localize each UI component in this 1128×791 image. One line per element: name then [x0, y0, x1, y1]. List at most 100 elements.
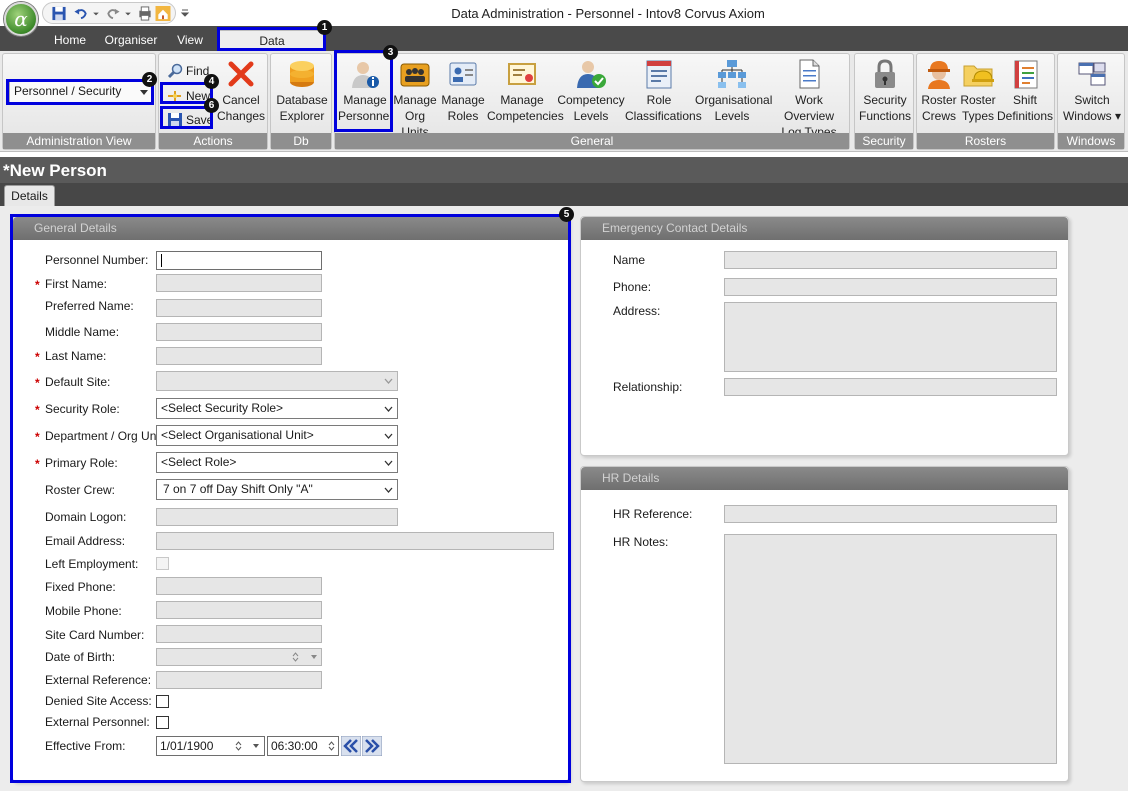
ribbon: Personnel / Security Administration View… — [0, 51, 1128, 164]
admin-view-selected: Personnel / Security — [14, 84, 122, 98]
role-classifications-button[interactable]: Role Classifications — [625, 58, 702, 124]
roster-crews-button[interactable]: Roster Crews — [919, 58, 959, 124]
manage-org-units-button[interactable]: Manage Org Units — [393, 58, 437, 140]
calendar-dropdown-icon[interactable] — [253, 744, 259, 748]
first-name-input[interactable] — [156, 274, 322, 292]
tab-data-administration[interactable]: Data Administration — [219, 30, 325, 68]
primary-role-select[interactable]: <Select Role> — [156, 452, 398, 473]
tab-view[interactable]: View — [172, 30, 208, 51]
competency-levels-label-1: Competency — [557, 93, 625, 107]
cancel-changes-button[interactable]: Cancel Changes — [217, 58, 265, 124]
contact-address-input[interactable] — [724, 302, 1057, 372]
label-contact-name: Name — [613, 253, 646, 267]
personnel-number-input[interactable] — [156, 251, 322, 270]
tab-organiser[interactable]: Organiser — [102, 30, 160, 51]
label-site-card: Site Card Number: — [45, 628, 145, 642]
cancel-label-2: Changes — [217, 109, 266, 123]
effective-date-value: 1/01/1900 — [160, 739, 214, 753]
date-of-birth-picker[interactable] — [156, 648, 322, 666]
spin-updown-icon[interactable] — [292, 651, 299, 663]
middle-name-input[interactable] — [156, 323, 322, 341]
org-chart-icon — [718, 60, 746, 88]
roster-types-label-1: Roster — [960, 93, 996, 107]
denied-site-access-checkbox[interactable] — [156, 695, 169, 708]
competency-levels-button[interactable]: Competency Levels — [557, 58, 625, 124]
label-first-name: First Name: — [45, 277, 108, 291]
left-employment-checkbox[interactable] — [156, 557, 169, 570]
organisational-levels-button[interactable]: Organisational Levels — [695, 58, 772, 124]
spin-updown-icon[interactable] — [328, 740, 335, 752]
effective-time-value: 06:30:00 — [271, 739, 318, 753]
group-general: Manage Personnel Manage Org Units Manage… — [334, 53, 850, 150]
manage-competencies-button[interactable]: Manage Competencies — [487, 58, 564, 124]
group-windows: Switch Windows ▾ Windows — [1057, 53, 1125, 150]
chevron-down-icon — [384, 433, 393, 439]
manage-roles-button[interactable]: Manage Roles — [439, 58, 487, 124]
cancel-label-1: Cancel — [222, 93, 260, 107]
contact-name-input[interactable] — [724, 251, 1057, 269]
group-caption: Db Explorer — [271, 133, 331, 164]
hardhat-worker-icon — [928, 61, 950, 89]
email-input[interactable] — [156, 532, 554, 550]
site-card-input[interactable] — [156, 625, 322, 643]
preferred-name-input[interactable] — [156, 299, 322, 317]
primary-role-value: <Select Role> — [161, 455, 237, 469]
switch-windows-icon — [1078, 62, 1106, 86]
label-last-name: Last Name: — [45, 349, 107, 363]
default-site-select[interactable] — [156, 371, 398, 391]
next-effective-date-icon[interactable] — [362, 736, 382, 756]
group-caption: General — [335, 133, 849, 149]
roles-badge-icon — [449, 62, 477, 86]
window-title: Data Administration - Personnel - Intov8… — [451, 6, 765, 21]
manage-personnel-label-1: Manage — [343, 93, 387, 107]
department-select[interactable]: <Select Organisational Unit> — [156, 425, 398, 446]
external-reference-input[interactable] — [156, 671, 322, 689]
security-role-select[interactable]: <Select Security Role> — [156, 398, 398, 419]
required-marker: * — [35, 278, 40, 292]
database-explorer-button[interactable]: Database Explorer — [273, 58, 331, 124]
admin-view-dropdown[interactable]: Personnel / Security — [9, 81, 153, 103]
switch-windows-label-2: Windows ▾ — [1062, 109, 1122, 123]
work-overview-log-types-button[interactable]: Work Overview Log Types — [769, 58, 849, 140]
app-orb-button[interactable]: α — [4, 2, 38, 36]
hr-notes-input[interactable] — [724, 534, 1057, 764]
spin-updown-icon[interactable] — [235, 740, 242, 752]
tab-home[interactable]: Home — [50, 30, 90, 51]
calendar-dropdown-icon[interactable] — [311, 655, 317, 659]
switch-windows-button[interactable]: Switch Windows ▾ — [1060, 58, 1124, 124]
group-caption: Security — [855, 133, 913, 149]
competencies-label-1: Manage — [500, 93, 544, 107]
last-name-input[interactable] — [156, 347, 322, 365]
domain-logon-input[interactable] — [156, 508, 398, 526]
label-primary-role: Primary Role: — [45, 456, 118, 470]
effective-time-input[interactable]: 06:30:00 — [267, 736, 339, 756]
chevron-down-icon — [140, 90, 148, 95]
tab-details[interactable]: Details — [4, 185, 55, 206]
effective-date-picker[interactable]: 1/01/1900 — [156, 736, 265, 756]
save-button[interactable]: Save — [165, 111, 213, 129]
ribbon-tab-bar: Home Organiser View Data Administration — [0, 26, 1128, 68]
group-security: Security Functions Security — [854, 53, 914, 150]
contact-phone-input[interactable] — [724, 278, 1057, 296]
label-default-site: Default Site: — [45, 375, 111, 389]
security-functions-button[interactable]: Security Functions — [857, 58, 913, 124]
organisational-levels-label-2: Levels — [714, 109, 750, 123]
contact-relationship-input[interactable] — [724, 378, 1057, 396]
shift-definitions-label-1: Shift — [1012, 93, 1037, 107]
shift-definitions-button[interactable]: Shift Definitions — [997, 58, 1053, 124]
mobile-phone-input[interactable] — [156, 601, 322, 619]
label-domain-logon: Domain Logon: — [45, 510, 127, 524]
label-external-reference: External Reference: — [45, 673, 152, 687]
external-personnel-checkbox[interactable] — [156, 716, 169, 729]
panel-header: HR Details — [581, 467, 1068, 490]
previous-effective-date-icon[interactable] — [341, 736, 361, 756]
document-icon — [799, 59, 820, 89]
roster-crew-select[interactable]: 7 on 7 off Day Shift Only "A" — [156, 479, 398, 500]
title-bar: Data Administration - Personnel - Intov8… — [0, 0, 1128, 26]
roster-types-button[interactable]: Roster Types — [959, 58, 997, 124]
page-title: *New Person — [3, 161, 107, 180]
manage-personnel-button[interactable]: Manage Personnel — [337, 58, 393, 124]
hr-reference-input[interactable] — [724, 505, 1057, 523]
org-units-icon — [400, 63, 430, 87]
fixed-phone-input[interactable] — [156, 577, 322, 595]
